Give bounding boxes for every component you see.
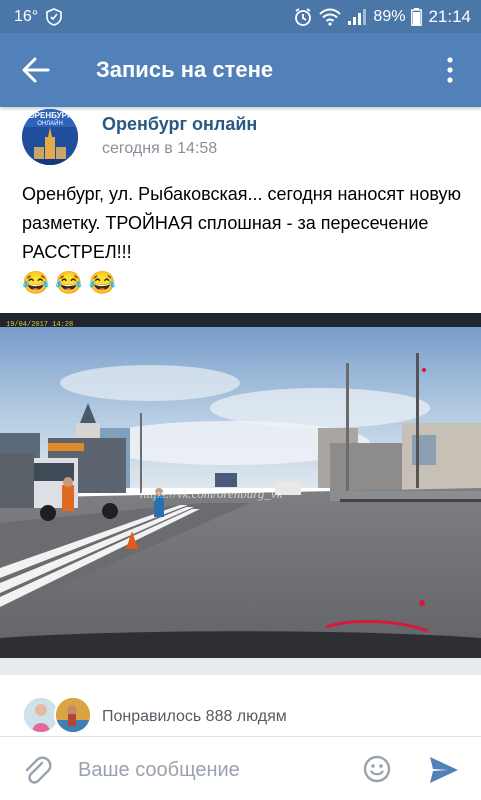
group-avatar[interactable]: ОРЕНБУРГ ОНЛАЙН xyxy=(22,109,78,165)
message-composer xyxy=(0,737,481,800)
app-bar: Запись на стене xyxy=(0,33,481,107)
post-time: сегодня в 14:58 xyxy=(102,140,218,157)
wifi-icon xyxy=(319,8,342,26)
battery-text: 89% xyxy=(373,8,406,25)
paperclip-icon[interactable] xyxy=(22,755,52,785)
road-marking-photo: https://vk.com/orenburg_vk 19/04/2017 14… xyxy=(0,313,481,675)
signal-icon xyxy=(348,9,367,25)
shield-icon xyxy=(46,8,63,26)
liker-avatar xyxy=(54,696,92,734)
more-vertical-icon[interactable] xyxy=(439,55,461,85)
svg-text:ОРЕНБУРГ: ОРЕНБУРГ xyxy=(28,111,72,120)
svg-text:ОНЛАЙН: ОНЛАЙН xyxy=(37,119,63,127)
post-header: ОРЕНБУРГ ОНЛАЙН Оренбург онлайн сегодня … xyxy=(0,107,481,172)
smile-icon[interactable] xyxy=(362,754,392,784)
arrow-left-icon[interactable] xyxy=(22,57,50,83)
clock-text: 21:14 xyxy=(428,7,471,26)
likes-bar[interactable]: Понравилось 888 людям xyxy=(0,692,481,740)
laughing-emoji-icon: 😂 xyxy=(88,270,117,295)
message-input[interactable] xyxy=(76,753,350,787)
alarm-icon xyxy=(295,8,312,26)
emoji-row: 😂 😂 😂 xyxy=(22,270,116,296)
battery-icon xyxy=(411,8,423,26)
photo-watermark: https://vk.com/orenburg_vk xyxy=(140,486,283,501)
laughing-emoji-icon: 😂 xyxy=(22,270,50,295)
group-logo: ОРЕНБУРГ ОНЛАЙН xyxy=(22,109,78,165)
status-bar: 16° 89% 21:14 xyxy=(0,0,481,33)
laughing-emoji-icon: 😂 xyxy=(55,270,83,295)
group-name-link[interactable]: Оренбург онлайн xyxy=(102,114,257,135)
post-photo[interactable]: https://vk.com/orenburg_vk 19/04/2017 14… xyxy=(0,313,481,675)
post-text: Оренбург, ул. Рыбаковская... сегодня нан… xyxy=(22,184,461,262)
likes-count-text: Понравилось 888 людям xyxy=(102,708,287,725)
temperature-text: 16° xyxy=(14,8,39,25)
send-icon[interactable] xyxy=(428,755,460,785)
svg-text:19/04/2017 14:28: 19/04/2017 14:28 xyxy=(6,321,73,329)
page-title: Запись на стене xyxy=(96,57,274,82)
